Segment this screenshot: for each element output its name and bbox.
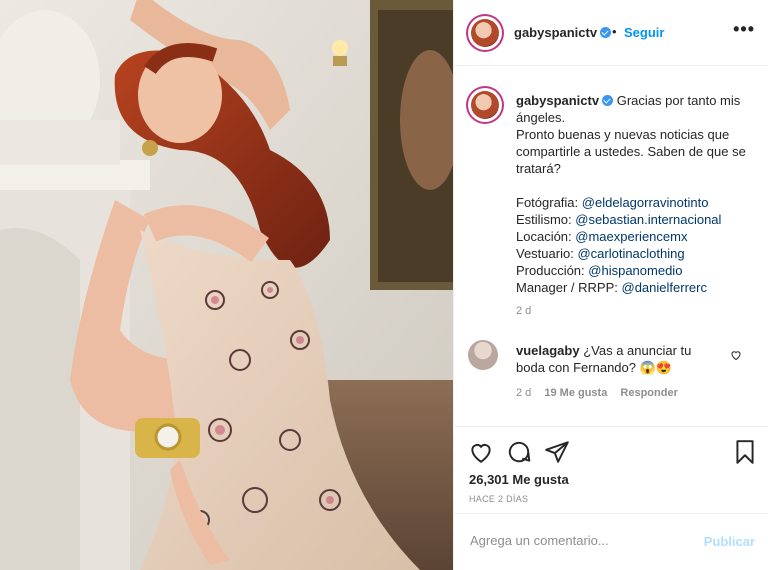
credit-line: Manager / RRPP: @danielferrerc	[516, 280, 707, 295]
share-paper-plane-icon[interactable]	[544, 439, 570, 465]
post-caption: gabyspanictv Gracias por tanto mis ángel…	[516, 92, 756, 296]
credit-line: Estilismo: @sebastian.internacional	[516, 212, 722, 227]
credit-handle-link[interactable]: @danielferrerc	[622, 280, 707, 295]
post-photo-illustration	[0, 0, 453, 570]
comment-composer: Publicar	[454, 513, 768, 570]
publish-button[interactable]: Publicar	[704, 534, 755, 549]
commenter-avatar[interactable]	[468, 340, 498, 370]
commenter-username[interactable]: vuelagaby	[516, 343, 580, 358]
caption-line-2: Pronto buenas y nuevas noticias que comp…	[516, 127, 746, 176]
comment-item: vuelagaby ¿Vas a anunciar tu boda con Fe…	[516, 342, 722, 376]
caption-timestamp[interactable]: 2 d	[516, 305, 531, 317]
caption-author-avatar[interactable]	[468, 88, 502, 122]
comment-likes-count[interactable]: 19 Me gusta	[544, 387, 607, 399]
like-heart-icon[interactable]	[468, 439, 494, 465]
separator-dot: •	[612, 24, 617, 39]
post-sidebar: gabyspanictv • Seguir ••• gabyspanictv G…	[453, 0, 768, 570]
author-username[interactable]: gabyspanictv	[514, 25, 612, 40]
follow-button[interactable]: Seguir	[624, 25, 664, 40]
credit-handle-link[interactable]: @eldelagorravinotinto	[582, 195, 709, 210]
credit-handle-link[interactable]: @carlotinaclothing	[577, 246, 684, 261]
comment-meta: 2 d 19 Me gusta Responder	[516, 387, 688, 399]
post-timestamp[interactable]: HACE 2 DÍAS	[469, 494, 528, 504]
credit-line: Vestuario: @carlotinaclothing	[516, 246, 685, 261]
credit-line: Producción: @hispanomedio	[516, 263, 683, 278]
save-bookmark-icon[interactable]	[732, 439, 758, 465]
likes-count[interactable]: 26,301 Me gusta	[469, 472, 569, 487]
comment-like-heart-icon[interactable]	[730, 349, 742, 361]
caption-author-username[interactable]: gabyspanictv	[516, 93, 614, 108]
credit-line: Locación: @maexperiencemx	[516, 229, 688, 244]
credit-line: Fotógrafia: @eldelagorravinotinto	[516, 195, 709, 210]
more-options-icon[interactable]: •••	[733, 19, 755, 40]
credit-handle-link[interactable]: @hispanomedio	[588, 263, 682, 278]
author-avatar[interactable]	[468, 16, 502, 50]
comment-timestamp[interactable]: 2 d	[516, 387, 531, 399]
post-photo[interactable]	[0, 0, 453, 570]
verified-badge-icon	[600, 27, 612, 38]
credit-handle-link[interactable]: @sebastian.internacional	[575, 212, 721, 227]
verified-badge-icon	[602, 95, 614, 106]
comment-bubble-icon[interactable]	[506, 439, 532, 465]
reply-button[interactable]: Responder	[620, 387, 677, 399]
comments-section[interactable]: gabyspanictv Gracias por tanto mis ángel…	[454, 66, 768, 426]
comment-input[interactable]	[468, 532, 692, 549]
post-header: gabyspanictv • Seguir •••	[454, 0, 768, 66]
credit-handle-link[interactable]: @maexperiencemx	[575, 229, 687, 244]
instagram-post: gabyspanictv • Seguir ••• gabyspanictv G…	[0, 0, 768, 570]
